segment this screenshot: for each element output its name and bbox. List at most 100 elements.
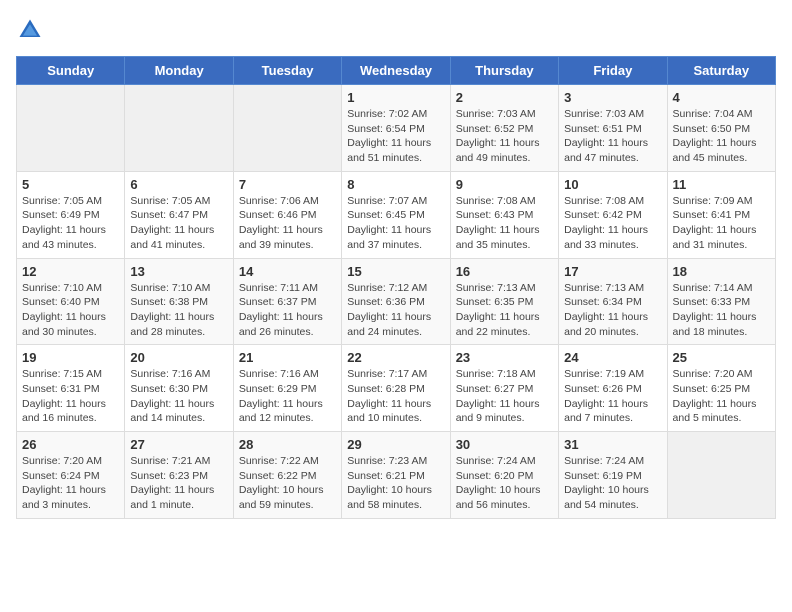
day-number: 26 xyxy=(22,437,119,452)
logo xyxy=(16,16,48,44)
day-info: Sunrise: 7:16 AM Sunset: 6:30 PM Dayligh… xyxy=(130,367,227,426)
day-number: 29 xyxy=(347,437,444,452)
day-info: Sunrise: 7:03 AM Sunset: 6:52 PM Dayligh… xyxy=(456,107,553,166)
day-info: Sunrise: 7:18 AM Sunset: 6:27 PM Dayligh… xyxy=(456,367,553,426)
day-info: Sunrise: 7:17 AM Sunset: 6:28 PM Dayligh… xyxy=(347,367,444,426)
day-info: Sunrise: 7:11 AM Sunset: 6:37 PM Dayligh… xyxy=(239,281,336,340)
day-info: Sunrise: 7:12 AM Sunset: 6:36 PM Dayligh… xyxy=(347,281,444,340)
day-number: 31 xyxy=(564,437,661,452)
day-cell: 12Sunrise: 7:10 AM Sunset: 6:40 PM Dayli… xyxy=(17,258,125,345)
day-number: 3 xyxy=(564,90,661,105)
day-info: Sunrise: 7:10 AM Sunset: 6:38 PM Dayligh… xyxy=(130,281,227,340)
day-info: Sunrise: 7:15 AM Sunset: 6:31 PM Dayligh… xyxy=(22,367,119,426)
day-info: Sunrise: 7:24 AM Sunset: 6:20 PM Dayligh… xyxy=(456,454,553,513)
day-number: 17 xyxy=(564,264,661,279)
day-cell xyxy=(17,85,125,172)
day-number: 24 xyxy=(564,350,661,365)
day-number: 21 xyxy=(239,350,336,365)
day-cell: 2 Sunrise: 7:03 AM Sunset: 6:52 PM Daylig… xyxy=(450,85,558,172)
day-number: 6 xyxy=(130,177,227,192)
day-info: Sunrise: 7:20 AM Sunset: 6:24 PM Dayligh… xyxy=(22,454,119,513)
weekday-header-row: SundayMondayTuesdayWednesdayThursdayFrid… xyxy=(17,57,776,85)
day-number: 30 xyxy=(456,437,553,452)
week-row-5: 26 Sunrise: 7:20 AM Sunset: 6:24 PM Dayli… xyxy=(17,432,776,519)
day-info: Sunrise: 7:21 AM Sunset: 6:23 PM Dayligh… xyxy=(130,454,227,513)
day-cell: 29 Sunrise: 7:23 AM Sunset: 6:21 PM Dayli… xyxy=(342,432,450,519)
day-cell: 21 Sunrise: 7:16 AM Sunset: 6:29 PM Dayli… xyxy=(233,345,341,432)
day-cell: 22Sunrise: 7:17 AM Sunset: 6:28 PM Dayli… xyxy=(342,345,450,432)
day-number: 9 xyxy=(456,177,553,192)
day-cell: 23 Sunrise: 7:18 AM Sunset: 6:27 PM Dayli… xyxy=(450,345,558,432)
day-cell: 20 Sunrise: 7:16 AM Sunset: 6:30 PM Dayli… xyxy=(125,345,233,432)
day-number: 11 xyxy=(673,177,770,192)
day-info: Sunrise: 7:02 AM Sunset: 6:54 PM Dayligh… xyxy=(347,107,444,166)
day-number: 13 xyxy=(130,264,227,279)
day-info: Sunrise: 7:07 AM Sunset: 6:45 PM Dayligh… xyxy=(347,194,444,253)
day-cell: 28Sunrise: 7:22 AM Sunset: 6:22 PM Dayli… xyxy=(233,432,341,519)
day-info: Sunrise: 7:16 AM Sunset: 6:29 PM Dayligh… xyxy=(239,367,336,426)
day-number: 14 xyxy=(239,264,336,279)
day-cell: 6 Sunrise: 7:05 AM Sunset: 6:47 PM Daylig… xyxy=(125,171,233,258)
day-cell: 30 Sunrise: 7:24 AM Sunset: 6:20 PM Dayli… xyxy=(450,432,558,519)
day-number: 18 xyxy=(673,264,770,279)
day-cell: 4 Sunrise: 7:04 AM Sunset: 6:50 PM Daylig… xyxy=(667,85,775,172)
day-cell xyxy=(233,85,341,172)
day-number: 12 xyxy=(22,264,119,279)
day-number: 1 xyxy=(347,90,444,105)
day-info: Sunrise: 7:09 AM Sunset: 6:41 PM Dayligh… xyxy=(673,194,770,253)
day-info: Sunrise: 7:08 AM Sunset: 6:43 PM Dayligh… xyxy=(456,194,553,253)
day-number: 2 xyxy=(456,90,553,105)
day-number: 15 xyxy=(347,264,444,279)
day-info: Sunrise: 7:06 AM Sunset: 6:46 PM Dayligh… xyxy=(239,194,336,253)
day-cell: 18Sunrise: 7:14 AM Sunset: 6:33 PM Dayli… xyxy=(667,258,775,345)
day-cell: 3 Sunrise: 7:03 AM Sunset: 6:51 PM Daylig… xyxy=(559,85,667,172)
day-cell: 27Sunrise: 7:21 AM Sunset: 6:23 PM Dayli… xyxy=(125,432,233,519)
calendar-table: SundayMondayTuesdayWednesdayThursdayFrid… xyxy=(16,56,776,519)
logo-icon xyxy=(16,16,44,44)
day-info: Sunrise: 7:19 AM Sunset: 6:26 PM Dayligh… xyxy=(564,367,661,426)
day-number: 5 xyxy=(22,177,119,192)
day-cell: 26 Sunrise: 7:20 AM Sunset: 6:24 PM Dayli… xyxy=(17,432,125,519)
day-info: Sunrise: 7:23 AM Sunset: 6:21 PM Dayligh… xyxy=(347,454,444,513)
day-number: 20 xyxy=(130,350,227,365)
day-info: Sunrise: 7:04 AM Sunset: 6:50 PM Dayligh… xyxy=(673,107,770,166)
day-number: 7 xyxy=(239,177,336,192)
day-cell: 19 Sunrise: 7:15 AM Sunset: 6:31 PM Dayli… xyxy=(17,345,125,432)
week-row-3: 12Sunrise: 7:10 AM Sunset: 6:40 PM Dayli… xyxy=(17,258,776,345)
weekday-header-monday: Monday xyxy=(125,57,233,85)
weekday-header-wednesday: Wednesday xyxy=(342,57,450,85)
day-info: Sunrise: 7:05 AM Sunset: 6:47 PM Dayligh… xyxy=(130,194,227,253)
day-cell: 1 Sunrise: 7:02 AM Sunset: 6:54 PM Daylig… xyxy=(342,85,450,172)
week-row-4: 19 Sunrise: 7:15 AM Sunset: 6:31 PM Dayli… xyxy=(17,345,776,432)
day-cell: 7 Sunrise: 7:06 AM Sunset: 6:46 PM Daylig… xyxy=(233,171,341,258)
day-info: Sunrise: 7:03 AM Sunset: 6:51 PM Dayligh… xyxy=(564,107,661,166)
day-cell: 5 Sunrise: 7:05 AM Sunset: 6:49 PM Daylig… xyxy=(17,171,125,258)
day-info: Sunrise: 7:13 AM Sunset: 6:34 PM Dayligh… xyxy=(564,281,661,340)
day-cell: 9 Sunrise: 7:08 AM Sunset: 6:43 PM Daylig… xyxy=(450,171,558,258)
day-info: Sunrise: 7:24 AM Sunset: 6:19 PM Dayligh… xyxy=(564,454,661,513)
weekday-header-sunday: Sunday xyxy=(17,57,125,85)
day-cell: 24 Sunrise: 7:19 AM Sunset: 6:26 PM Dayli… xyxy=(559,345,667,432)
day-info: Sunrise: 7:05 AM Sunset: 6:49 PM Dayligh… xyxy=(22,194,119,253)
day-cell: 10Sunrise: 7:08 AM Sunset: 6:42 PM Dayli… xyxy=(559,171,667,258)
page-header xyxy=(16,16,776,44)
weekday-header-tuesday: Tuesday xyxy=(233,57,341,85)
day-number: 23 xyxy=(456,350,553,365)
day-info: Sunrise: 7:13 AM Sunset: 6:35 PM Dayligh… xyxy=(456,281,553,340)
day-number: 4 xyxy=(673,90,770,105)
day-number: 28 xyxy=(239,437,336,452)
day-cell: 11 Sunrise: 7:09 AM Sunset: 6:41 PM Dayli… xyxy=(667,171,775,258)
day-number: 10 xyxy=(564,177,661,192)
weekday-header-friday: Friday xyxy=(559,57,667,85)
day-number: 16 xyxy=(456,264,553,279)
week-row-1: 1 Sunrise: 7:02 AM Sunset: 6:54 PM Daylig… xyxy=(17,85,776,172)
day-cell xyxy=(667,432,775,519)
day-cell: 17 Sunrise: 7:13 AM Sunset: 6:34 PM Dayli… xyxy=(559,258,667,345)
weekday-header-saturday: Saturday xyxy=(667,57,775,85)
day-cell: 31 Sunrise: 7:24 AM Sunset: 6:19 PM Dayli… xyxy=(559,432,667,519)
day-cell: 14 Sunrise: 7:11 AM Sunset: 6:37 PM Dayli… xyxy=(233,258,341,345)
day-number: 19 xyxy=(22,350,119,365)
day-cell: 25Sunrise: 7:20 AM Sunset: 6:25 PM Dayli… xyxy=(667,345,775,432)
week-row-2: 5 Sunrise: 7:05 AM Sunset: 6:49 PM Daylig… xyxy=(17,171,776,258)
day-cell xyxy=(125,85,233,172)
